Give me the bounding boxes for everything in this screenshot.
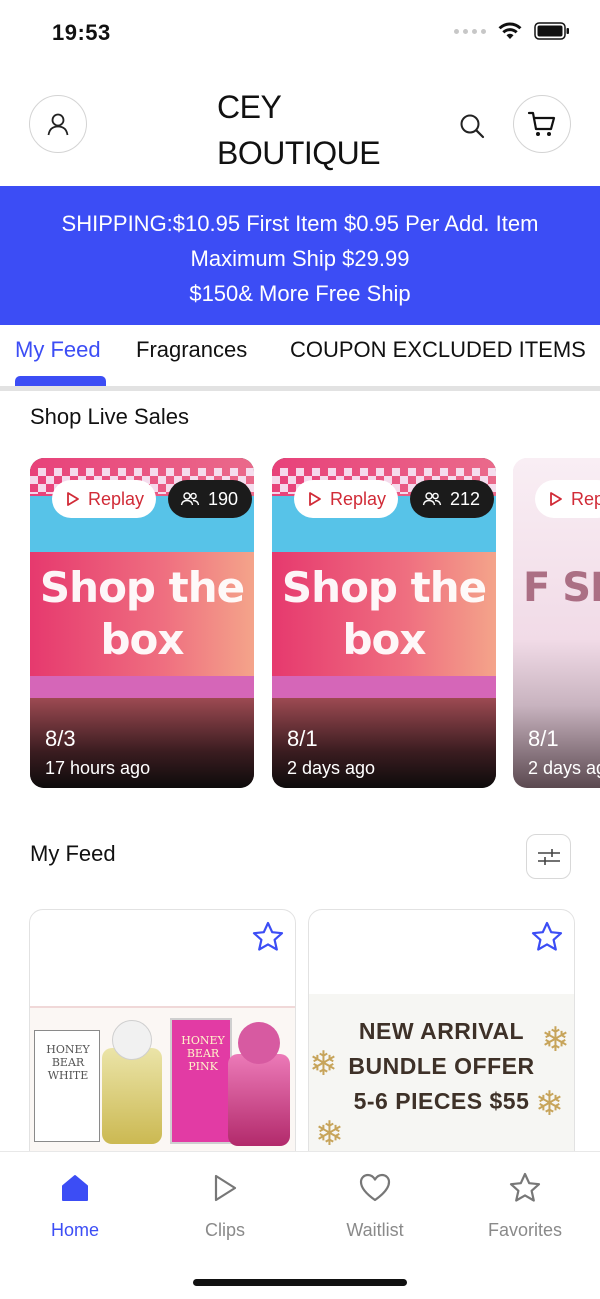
promo-line: 5-6 PIECES $55	[353, 1088, 530, 1114]
live-sales-title: Shop Live Sales	[30, 404, 189, 429]
live-sales-carousel[interactable]: Shop the box Replay 190 8/3 17 hours ago…	[0, 458, 600, 788]
product-card[interactable]: ❄ ❄ ❄ ❄ NEW ARRIVAL BUNDLE OFFER 5-6 PIE…	[308, 909, 575, 1169]
brand-title: CEY BOUTIQUE	[217, 89, 381, 171]
viewer-count: 190	[208, 488, 239, 509]
viewer-count-badge: 212	[410, 480, 495, 518]
status-bar: 19:53	[0, 0, 600, 66]
play-icon	[214, 1174, 237, 1202]
perfume-bottle-yellow	[102, 1048, 162, 1144]
card-thumbnail-band	[272, 676, 496, 700]
star-icon	[509, 1172, 541, 1202]
bear-cap-white	[112, 1020, 152, 1060]
box-label: HONEY BEAR PINK	[181, 1034, 225, 1073]
nav-waitlist[interactable]: Waitlist	[320, 1170, 430, 1241]
box-label: HONEY BEAR WHITE	[46, 1043, 90, 1082]
banner-line-2: Maximum Ship $29.99	[190, 246, 410, 271]
tab-coupon-excluded-items[interactable]: COUPON EXCLUDED ITEMS	[290, 337, 586, 363]
product-promo-text: NEW ARRIVAL BUNDLE OFFER 5-6 PIECES $55	[309, 1014, 574, 1119]
viewer-count: 212	[450, 488, 481, 509]
nav-label: Clips	[204, 1220, 245, 1240]
active-tab-indicator	[15, 376, 106, 386]
card-date: 8/1	[528, 726, 559, 751]
product-image: HONEY BEAR WHITE HONEY BEAR PINK	[30, 1006, 295, 1156]
promo-line: BUNDLE OFFER	[348, 1053, 535, 1079]
replay-button[interactable]: Rep	[535, 480, 600, 518]
viewers-icon	[180, 492, 200, 506]
snowflake-icon: ❄	[315, 1115, 344, 1153]
tab-fragrances[interactable]: Fragrances	[136, 337, 247, 363]
user-icon	[47, 113, 69, 136]
live-sale-card[interactable]: Shop the box Replay 190 8/3 17 hours ago	[30, 458, 254, 788]
star-outline-icon	[252, 921, 284, 951]
favorite-button[interactable]	[251, 920, 285, 959]
card-headline: F SHI	[523, 565, 600, 611]
status-time: 19:53	[52, 20, 111, 45]
play-outline-icon	[309, 492, 321, 506]
nav-favorites[interactable]: Favorites	[470, 1170, 580, 1241]
product-card[interactable]: HONEY BEAR WHITE HONEY BEAR PINK	[29, 909, 296, 1169]
card-time-ago: 17 hours ago	[45, 758, 151, 778]
promo-line: NEW ARRIVAL	[358, 1018, 525, 1044]
battery-icon	[534, 22, 569, 40]
star-outline-icon	[531, 921, 563, 951]
wifi-icon	[498, 22, 522, 39]
filter-button[interactable]	[526, 834, 571, 879]
card-date: 8/3	[45, 726, 76, 751]
perfume-box-pink: HONEY BEAR PINK	[170, 1018, 232, 1144]
card-headline: Shop the box	[39, 563, 245, 664]
perfume-bottle-pink	[228, 1054, 290, 1146]
product-image: ❄ ❄ ❄ ❄ NEW ARRIVAL BUNDLE OFFER 5-6 PIE…	[309, 994, 574, 1164]
cart-icon	[527, 111, 556, 136]
card-date: 8/1	[287, 726, 318, 751]
app-header: CEY BOUTIQUE	[0, 66, 600, 186]
heart-icon	[359, 1173, 391, 1202]
signal-dots-icon	[454, 28, 486, 34]
favorite-button[interactable]	[530, 920, 564, 959]
replay-button[interactable]: Replay	[52, 480, 157, 518]
home-icon	[62, 1175, 88, 1201]
my-feed-title: My Feed	[30, 841, 116, 866]
banner-line-3: $150& More Free Ship	[189, 281, 411, 306]
tab-my-feed[interactable]: My Feed	[15, 337, 101, 363]
shipping-banner[interactable]: SHIPPING:$10.95 First Item $0.95 Per Add…	[0, 186, 600, 325]
banner-line-1: SHIPPING:$10.95 First Item $0.95 Per Add…	[61, 211, 539, 236]
replay-label: Replay	[88, 488, 145, 509]
live-sale-card[interactable]: F SHI Rep 8/1 2 days ag	[513, 458, 600, 788]
profile-button[interactable]	[29, 95, 87, 153]
card-headline: Shop the box	[281, 563, 487, 664]
card-time-ago: 2 days ago	[287, 758, 376, 778]
card-thumbnail-band	[30, 676, 254, 700]
bear-cap-pink	[238, 1022, 280, 1064]
nav-home[interactable]: Home	[20, 1170, 130, 1241]
nav-clips[interactable]: Clips	[170, 1170, 280, 1241]
card-time-ago: 2 days ag	[528, 758, 600, 778]
perfume-box-white: HONEY BEAR WHITE	[34, 1030, 100, 1142]
status-icons	[454, 22, 570, 40]
play-outline-icon	[550, 492, 562, 506]
search-button[interactable]	[456, 110, 488, 142]
replay-label: Rep	[571, 488, 600, 509]
viewer-count-badge: 190	[168, 480, 253, 518]
play-outline-icon	[67, 492, 79, 506]
nav-label: Home	[50, 1220, 99, 1240]
nav-label: Waitlist	[346, 1220, 404, 1240]
cart-button[interactable]	[513, 95, 571, 153]
search-icon	[460, 114, 485, 139]
nav-label: Favorites	[487, 1220, 563, 1240]
replay-label: Replay	[330, 488, 387, 509]
home-indicator	[193, 1279, 407, 1286]
replay-button[interactable]: Replay	[294, 480, 399, 518]
live-sale-card[interactable]: Shop the box Replay 212 8/1 2 days ago	[272, 458, 496, 788]
sliders-icon	[537, 848, 560, 865]
bottom-nav: Home Clips Waitlist Favorites	[0, 1151, 600, 1299]
category-tabs: My Feed Fragrances COUPON EXCLUDED ITEMS	[0, 325, 600, 391]
viewers-icon	[422, 492, 442, 506]
